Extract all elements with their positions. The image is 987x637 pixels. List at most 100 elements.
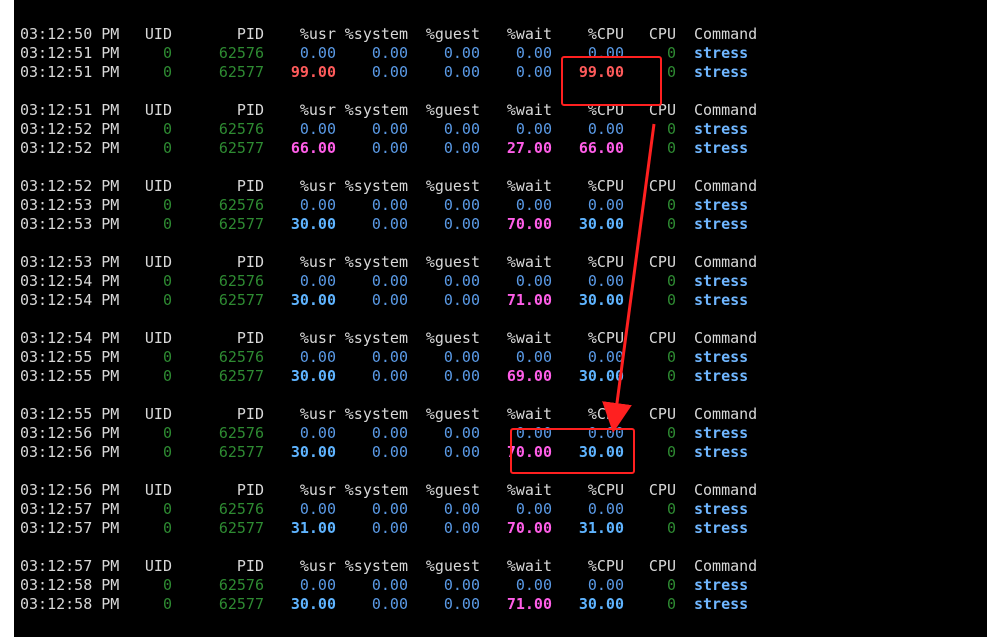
- header-usr: %usr: [299, 329, 336, 347]
- row-wait: 70.00: [506, 519, 552, 537]
- row-pid: 62576: [218, 424, 264, 442]
- row-time: 03:12:52 PM: [20, 120, 120, 138]
- row-system: 0.00: [371, 367, 408, 385]
- header-time: 03:12:53 PM: [20, 253, 120, 271]
- row-wait: 0.00: [515, 348, 552, 366]
- row-command: stress: [694, 63, 749, 81]
- row-time: 03:12:53 PM: [20, 215, 120, 233]
- row-wait: 70.00: [506, 443, 552, 461]
- row-time: 03:12:52 PM: [20, 139, 120, 157]
- row-usr: 0.00: [299, 500, 336, 518]
- header-pid: PID: [236, 405, 264, 423]
- row-system: 0.00: [371, 215, 408, 233]
- row-time: 03:12:57 PM: [20, 500, 120, 518]
- header-uid: UID: [144, 101, 172, 119]
- row-system: 0.00: [371, 139, 408, 157]
- header-pid: PID: [236, 253, 264, 271]
- header-system: %system: [344, 405, 408, 423]
- row-uid: 0: [162, 215, 172, 233]
- header-cpu: CPU: [648, 253, 676, 271]
- header-cpu-pct: %CPU: [587, 481, 624, 499]
- header-usr: %usr: [299, 101, 336, 119]
- row-uid: 0: [162, 63, 172, 81]
- row-system: 0.00: [371, 519, 408, 537]
- row-uid: 0: [162, 139, 172, 157]
- row-pid: 62576: [218, 576, 264, 594]
- row-system: 0.00: [371, 44, 408, 62]
- row-guest: 0.00: [443, 196, 480, 214]
- row-time: 03:12:57 PM: [20, 519, 120, 537]
- row-guest: 0.00: [443, 272, 480, 290]
- row-pid: 62576: [218, 120, 264, 138]
- row-command: stress: [694, 424, 749, 442]
- row-wait: 0.00: [515, 120, 552, 138]
- row-uid: 0: [162, 291, 172, 309]
- row-system: 0.00: [371, 63, 408, 81]
- row-guest: 0.00: [443, 576, 480, 594]
- header-time: 03:12:55 PM: [20, 405, 120, 423]
- row-cpu: 0: [666, 576, 676, 594]
- header-wait: %wait: [506, 481, 552, 499]
- row-cpu: 0: [666, 196, 676, 214]
- row-time: 03:12:58 PM: [20, 595, 120, 613]
- row-uid: 0: [162, 348, 172, 366]
- row-cpu-pct: 30.00: [578, 595, 624, 613]
- header-pid: PID: [236, 25, 264, 43]
- row-guest: 0.00: [443, 424, 480, 442]
- header-guest: %guest: [425, 177, 480, 195]
- row-cpu-pct: 0.00: [587, 576, 624, 594]
- row-cpu-pct: 30.00: [578, 215, 624, 233]
- row-pid: 62576: [218, 44, 264, 62]
- header-guest: %guest: [425, 101, 480, 119]
- row-cpu-pct: 31.00: [578, 519, 624, 537]
- row-command: stress: [694, 120, 749, 138]
- row-wait: 0.00: [515, 500, 552, 518]
- row-command: stress: [694, 348, 749, 366]
- row-time: 03:12:53 PM: [20, 196, 120, 214]
- header-guest: %guest: [425, 329, 480, 347]
- header-guest: %guest: [425, 253, 480, 271]
- row-system: 0.00: [371, 576, 408, 594]
- header-wait: %wait: [506, 557, 552, 575]
- row-wait: 69.00: [506, 367, 552, 385]
- header-command: Command: [694, 481, 758, 499]
- row-guest: 0.00: [443, 291, 480, 309]
- row-cpu: 0: [666, 139, 676, 157]
- row-cpu-pct: 66.00: [578, 139, 624, 157]
- row-guest: 0.00: [443, 519, 480, 537]
- row-system: 0.00: [371, 196, 408, 214]
- row-wait: 27.00: [506, 139, 552, 157]
- header-command: Command: [694, 405, 758, 423]
- header-cpu-pct: %CPU: [587, 405, 624, 423]
- row-guest: 0.00: [443, 367, 480, 385]
- row-cpu-pct: 0.00: [587, 196, 624, 214]
- row-guest: 0.00: [443, 348, 480, 366]
- row-cpu: 0: [666, 63, 676, 81]
- row-command: stress: [694, 215, 749, 233]
- row-uid: 0: [162, 576, 172, 594]
- row-command: stress: [694, 500, 749, 518]
- row-command: stress: [694, 595, 749, 613]
- header-command: Command: [694, 101, 758, 119]
- header-pid: PID: [236, 329, 264, 347]
- header-uid: UID: [144, 253, 172, 271]
- row-uid: 0: [162, 519, 172, 537]
- row-command: stress: [694, 367, 749, 385]
- row-cpu: 0: [666, 500, 676, 518]
- row-cpu: 0: [666, 215, 676, 233]
- header-uid: UID: [144, 177, 172, 195]
- row-guest: 0.00: [443, 120, 480, 138]
- row-usr: 0.00: [299, 348, 336, 366]
- header-uid: UID: [144, 481, 172, 499]
- row-uid: 0: [162, 595, 172, 613]
- header-cpu-pct: %CPU: [587, 101, 624, 119]
- row-usr: 0.00: [299, 44, 336, 62]
- row-cpu: 0: [666, 291, 676, 309]
- header-system: %system: [344, 557, 408, 575]
- row-cpu-pct: 30.00: [578, 291, 624, 309]
- row-pid: 62576: [218, 348, 264, 366]
- header-time: 03:12:51 PM: [20, 101, 120, 119]
- terminal-window[interactable]: 03:12:50 PM UID PID %usr %system %guest %wait%…: [14, 0, 987, 637]
- row-guest: 0.00: [443, 595, 480, 613]
- header-command: Command: [694, 25, 758, 43]
